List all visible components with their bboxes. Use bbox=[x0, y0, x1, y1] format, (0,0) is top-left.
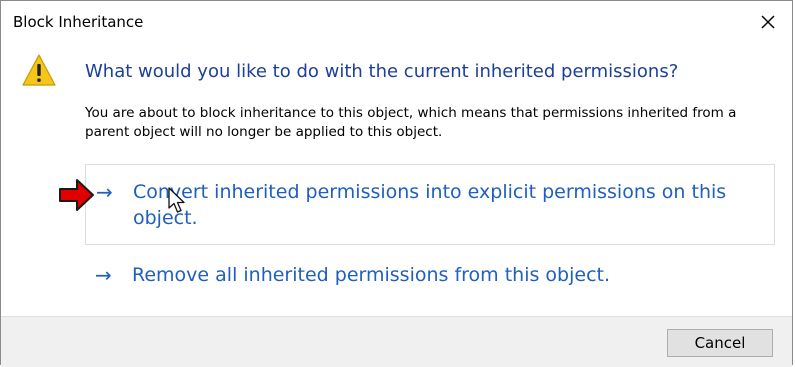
close-button[interactable] bbox=[756, 10, 780, 34]
block-inheritance-dialog: Block Inheritance What would you like to… bbox=[0, 0, 793, 367]
warning-icon bbox=[22, 54, 56, 86]
remove-permissions-link[interactable]: → Remove all inherited permissions from … bbox=[85, 259, 773, 295]
convert-permissions-link[interactable]: → Convert inherited permissions into exp… bbox=[85, 164, 775, 245]
red-arrow-icon bbox=[59, 179, 94, 211]
link-arrow-icon: → bbox=[96, 180, 113, 204]
close-icon bbox=[761, 15, 775, 29]
content-text: You are about to block inheritance to th… bbox=[85, 105, 737, 140]
link-arrow-icon: → bbox=[95, 263, 112, 287]
title-bar: Block Inheritance bbox=[1, 1, 792, 41]
mouse-cursor-icon bbox=[168, 187, 185, 213]
command-link-label: Convert inherited permissions into expli… bbox=[133, 181, 727, 229]
window-title: Block Inheritance bbox=[13, 13, 144, 31]
cancel-button[interactable]: Cancel bbox=[667, 329, 773, 357]
command-link-label: Remove all inherited permissions from th… bbox=[132, 264, 611, 286]
dialog-footer: Cancel bbox=[1, 316, 792, 367]
main-instruction: What would you like to do with the curre… bbox=[85, 61, 679, 82]
